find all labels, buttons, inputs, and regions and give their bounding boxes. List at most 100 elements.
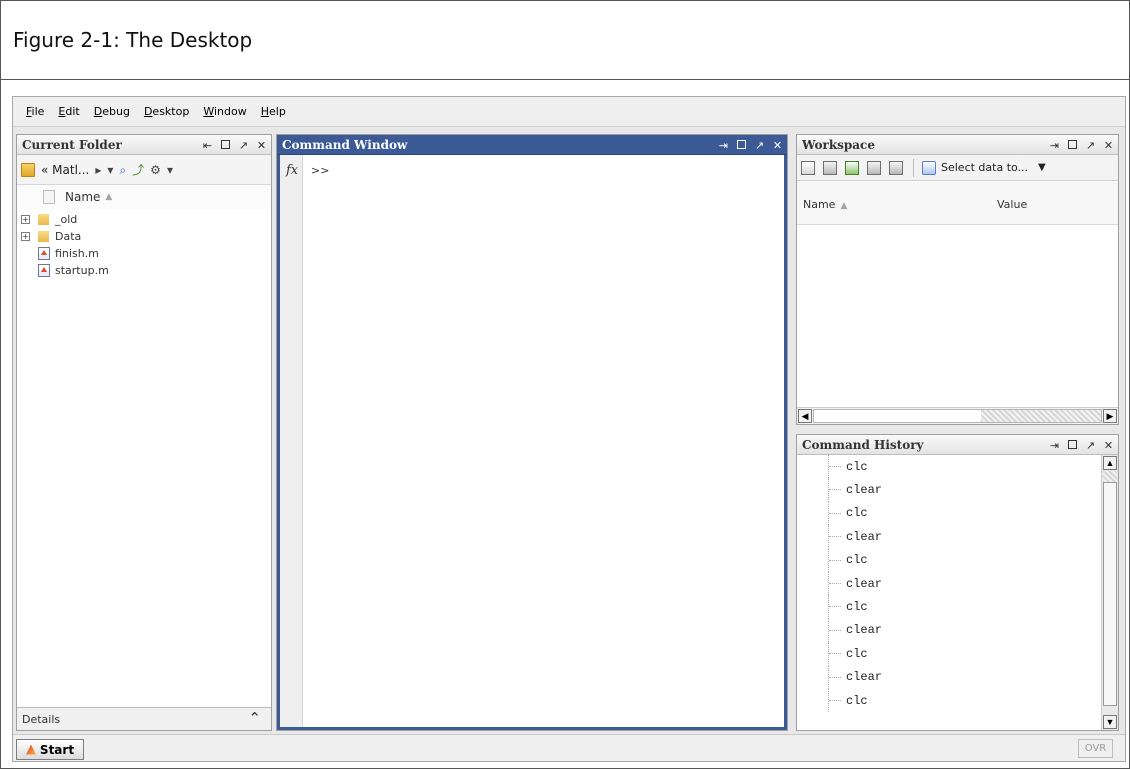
path-separator-icon: ▸: [95, 162, 102, 177]
close-icon[interactable]: ✕: [1103, 440, 1114, 451]
float-icon[interactable]: ↗: [1085, 440, 1096, 451]
panel-controls: ⇥ ↗ ✕: [1049, 135, 1114, 155]
workspace-horizontal-scrollbar[interactable]: ◀ ▶: [797, 407, 1118, 424]
open-variable-icon[interactable]: [823, 160, 837, 175]
float-icon[interactable]: ↗: [238, 140, 249, 151]
maximize-icon[interactable]: [1067, 139, 1078, 151]
scroll-up-button[interactable]: ▲: [1103, 456, 1117, 470]
file-list-item[interactable]: + Data: [17, 228, 271, 245]
undock-icon[interactable]: ⇥: [718, 140, 729, 151]
undock-icon[interactable]: ⇤: [202, 140, 213, 151]
file-list-item[interactable]: + _old: [17, 211, 271, 228]
details-label: Details: [22, 712, 61, 726]
mfile-icon: [38, 247, 50, 260]
matlab-logo-icon: [25, 744, 36, 755]
close-icon[interactable]: ✕: [772, 140, 783, 151]
expand-icon[interactable]: +: [21, 232, 30, 241]
gear-menu-chevron-icon[interactable]: ▾: [167, 163, 173, 177]
expand-icon[interactable]: +: [21, 215, 30, 224]
command-history-list: clc clear clc clear clc clear clc clear …: [797, 455, 1101, 730]
history-entry[interactable]: clc: [797, 455, 1101, 479]
select-data-button[interactable]: Select data to... ▼: [922, 160, 1046, 175]
folder-path[interactable]: « Matl...: [41, 163, 89, 177]
panel-controls: ⇥ ↗ ✕: [718, 135, 783, 155]
history-entry[interactable]: clear: [797, 618, 1101, 643]
history-entry[interactable]: clc: [797, 595, 1101, 620]
history-entry[interactable]: clc: [797, 688, 1101, 713]
scroll-left-button[interactable]: ◀: [798, 409, 812, 423]
chevron-up-icon[interactable]: ⌃: [248, 709, 261, 727]
close-icon[interactable]: ✕: [1103, 140, 1114, 151]
panel-controls: ⇥ ↗ ✕: [1049, 435, 1114, 455]
scroll-thumb[interactable]: [981, 410, 1101, 422]
chevron-down-icon: ▼: [1038, 162, 1046, 173]
panel-controls: ⇤ ↗ ✕: [202, 135, 267, 155]
command-history-title-bar[interactable]: Command History ⇥ ↗ ✕: [797, 435, 1118, 455]
file-list-item[interactable]: finish.m: [17, 245, 271, 262]
menu-file[interactable]: File: [19, 105, 51, 118]
name-column-header[interactable]: Name ▲: [803, 198, 847, 211]
scroll-down-button[interactable]: ▼: [1103, 715, 1117, 729]
maximize-icon[interactable]: [736, 139, 747, 151]
file-list-header[interactable]: Name ▲: [17, 185, 271, 209]
history-entry[interactable]: clc: [797, 548, 1101, 573]
command-prompt: >>: [311, 164, 330, 177]
chevron-down-icon[interactable]: ▾: [107, 163, 113, 177]
history-vertical-scrollbar[interactable]: ▲ ▼: [1101, 455, 1118, 730]
matlab-desktop: File Edit Debug Desktop Window Help Curr…: [12, 96, 1126, 762]
up-folder-icon[interactable]: ⤴: [132, 163, 144, 177]
command-window-panel: Command Window ⇥ ↗ ✕ fx >>: [276, 134, 788, 731]
scroll-track[interactable]: [813, 409, 1102, 423]
menu-debug[interactable]: Debug: [87, 105, 137, 118]
history-entry[interactable]: clear: [797, 571, 1101, 596]
search-icon[interactable]: ⌕: [119, 163, 126, 177]
close-icon[interactable]: ✕: [256, 140, 267, 151]
history-entry[interactable]: clc: [797, 642, 1101, 666]
menu-help[interactable]: Help: [254, 105, 293, 118]
delete-variable-icon[interactable]: [889, 160, 903, 175]
plot-selection-icon: [922, 160, 936, 175]
history-entry[interactable]: clear: [797, 525, 1101, 549]
float-icon[interactable]: ↗: [754, 140, 765, 151]
command-window-title-bar[interactable]: Command Window ⇥ ↗ ✕: [277, 135, 787, 155]
file-name: startup.m: [55, 264, 109, 277]
history-entry[interactable]: clear: [797, 665, 1101, 690]
file-name: Data: [55, 230, 82, 243]
workspace-table-header: Name ▲ Value: [797, 182, 1118, 225]
details-bar[interactable]: Details ⌃: [17, 707, 271, 730]
gear-icon[interactable]: ⚙: [150, 163, 161, 177]
import-data-icon[interactable]: [845, 160, 859, 175]
save-workspace-icon[interactable]: [867, 160, 881, 175]
history-entry[interactable]: clc: [797, 501, 1101, 526]
function-browser-icon[interactable]: fx: [286, 163, 298, 178]
file-list: + _old + Data finish.m startup.m: [17, 211, 271, 279]
scroll-right-button[interactable]: ▶: [1103, 409, 1117, 423]
workspace-title-bar[interactable]: Workspace ⇥ ↗ ✕: [797, 135, 1118, 155]
start-label: Start: [39, 742, 75, 757]
name-column-label: Name: [65, 190, 101, 204]
menu-desktop[interactable]: Desktop: [137, 105, 196, 118]
command-window-title: Command Window: [282, 137, 408, 152]
select-data-label: Select data to...: [941, 161, 1029, 174]
undock-icon[interactable]: ⇥: [1049, 440, 1060, 451]
history-entry[interactable]: clear: [797, 478, 1101, 503]
maximize-icon[interactable]: [220, 139, 231, 151]
menu-bar: File Edit Debug Desktop Window Help: [13, 97, 1125, 127]
start-button[interactable]: Start: [16, 739, 84, 760]
workspace-toolbar: Select data to... ▼: [797, 155, 1118, 181]
menu-edit[interactable]: Edit: [51, 105, 86, 118]
file-name: _old: [55, 213, 78, 226]
current-folder-toolbar: « Matl... ▸ ▾ ⌕ ⤴ ⚙ ▾: [17, 155, 271, 185]
maximize-icon[interactable]: [1067, 439, 1078, 451]
menu-window[interactable]: Window: [196, 105, 253, 118]
value-column-header[interactable]: Value: [997, 198, 1027, 211]
float-icon[interactable]: ↗: [1085, 140, 1096, 151]
new-variable-icon[interactable]: [801, 160, 815, 175]
undock-icon[interactable]: ⇥: [1049, 140, 1060, 151]
file-list-item[interactable]: startup.m: [17, 262, 271, 279]
current-folder-title-bar[interactable]: Current Folder ⇤ ↗ ✕: [17, 135, 271, 155]
figure-caption: Figure 2-1: The Desktop: [0, 0, 1130, 80]
command-input-area[interactable]: fx >>: [277, 155, 787, 730]
sort-ascending-icon: ▲: [105, 192, 113, 202]
scroll-thumb[interactable]: [1103, 482, 1117, 706]
